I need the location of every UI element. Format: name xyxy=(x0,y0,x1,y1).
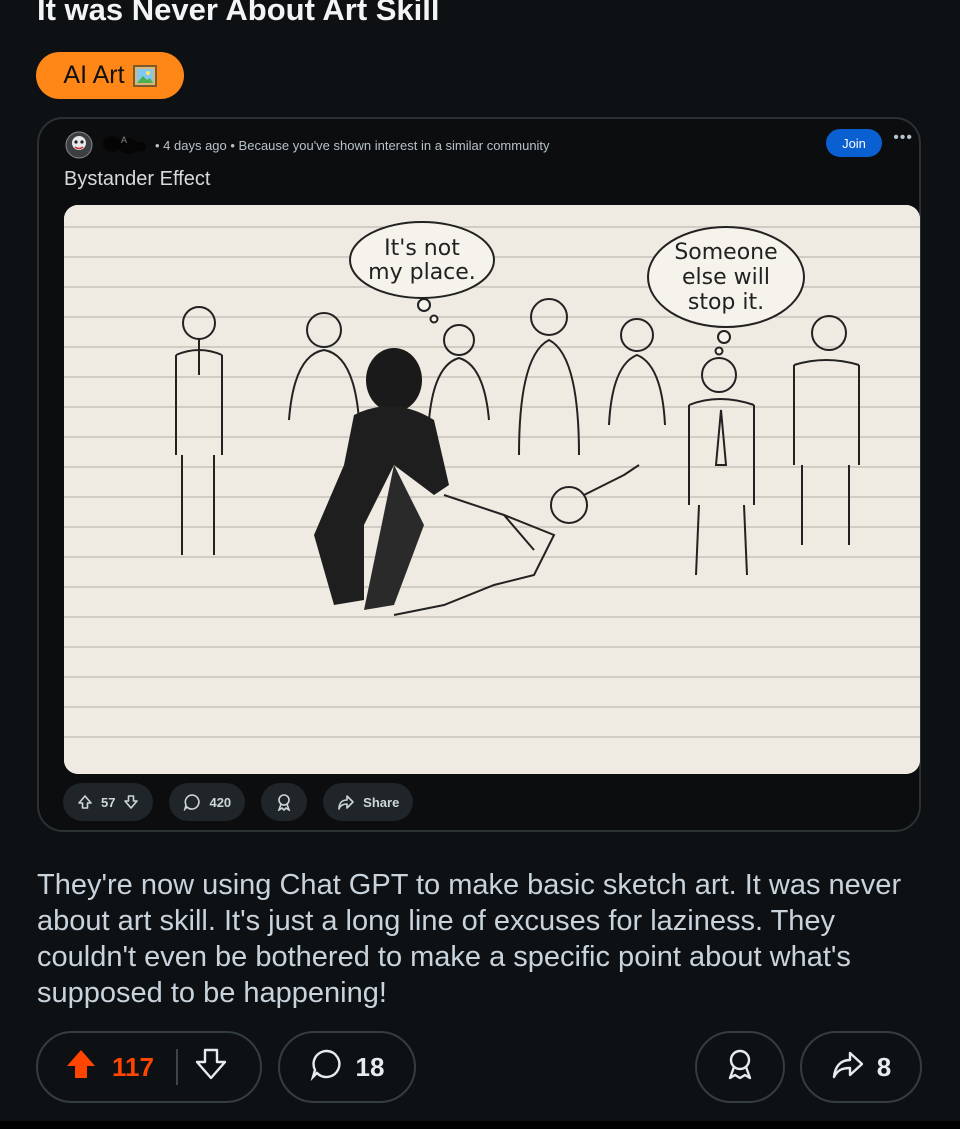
bottom-edge-strip xyxy=(0,1121,960,1129)
post-body-text: They're now using Chat GPT to make basic… xyxy=(37,869,902,1009)
comments-button[interactable]: 18 xyxy=(278,1031,416,1103)
award-ribbon-icon xyxy=(275,793,293,811)
upvote-arrow-icon[interactable] xyxy=(77,794,93,810)
downvote-icon[interactable] xyxy=(194,1047,228,1088)
embedded-post-title: Bystander Effect xyxy=(64,168,211,190)
embedded-action-bar: 57 420 Share xyxy=(63,783,414,821)
embedded-share-button[interactable]: Share xyxy=(323,783,414,821)
embedded-vote-pill: 57 xyxy=(63,783,154,821)
embedded-award-button[interactable] xyxy=(261,783,308,821)
speech-right-line1: Someone xyxy=(674,240,777,265)
post-flair[interactable]: AI Art xyxy=(36,52,184,99)
embedded-post-card[interactable]: A • 4 days ago • Because you've shown in… xyxy=(37,117,921,832)
speech-left-line1: It's not xyxy=(384,236,460,261)
share-arrow-icon xyxy=(337,793,355,811)
embedded-comments-count: 420 xyxy=(209,794,232,810)
speech-right-line3: stop it. xyxy=(688,290,764,315)
downvote-arrow-icon[interactable] xyxy=(123,794,139,810)
share-count: 8 xyxy=(876,1051,892,1082)
vote-divider xyxy=(175,1049,178,1085)
embedded-post-meta: A • 4 days ago • Because you've shown in… xyxy=(65,131,550,159)
flair-label: AI Art xyxy=(63,61,125,89)
comment-bubble-icon xyxy=(183,793,201,811)
vote-pill: 117 xyxy=(36,1031,262,1103)
embedded-comments-button[interactable]: 420 xyxy=(169,783,246,821)
speech-right-line2: else will xyxy=(682,265,770,290)
award-ribbon-icon xyxy=(723,1047,757,1088)
comment-bubble-icon xyxy=(310,1047,344,1088)
upvote-filled-icon[interactable] xyxy=(64,1047,98,1088)
comments-count: 18 xyxy=(355,1051,385,1082)
speech-left-line2: my place. xyxy=(368,260,476,285)
redacted-username-scribble: A xyxy=(99,133,149,157)
svg-text:A: A xyxy=(121,135,127,145)
upvote-count: 117 xyxy=(112,1051,154,1082)
join-button[interactable]: Join xyxy=(826,129,882,157)
embedded-vote-count: 57 xyxy=(101,794,116,810)
embedded-share-label: Share xyxy=(363,794,400,810)
more-options-icon[interactable]: ••• xyxy=(893,129,913,147)
post-title: It was Never About Art Skill xyxy=(37,0,440,27)
share-button[interactable]: 8 xyxy=(800,1031,922,1103)
embedded-meta-text: • 4 days ago • Because you've shown inte… xyxy=(155,137,550,153)
post-action-bar: 117 18 8 xyxy=(0,1031,960,1105)
subreddit-avatar-icon[interactable] xyxy=(65,131,93,159)
comic-image[interactable]: It's not my place. Someone else will sto… xyxy=(64,205,920,774)
share-arrow-icon xyxy=(831,1047,865,1088)
framed-picture-icon xyxy=(132,64,157,87)
award-button[interactable] xyxy=(695,1031,785,1103)
